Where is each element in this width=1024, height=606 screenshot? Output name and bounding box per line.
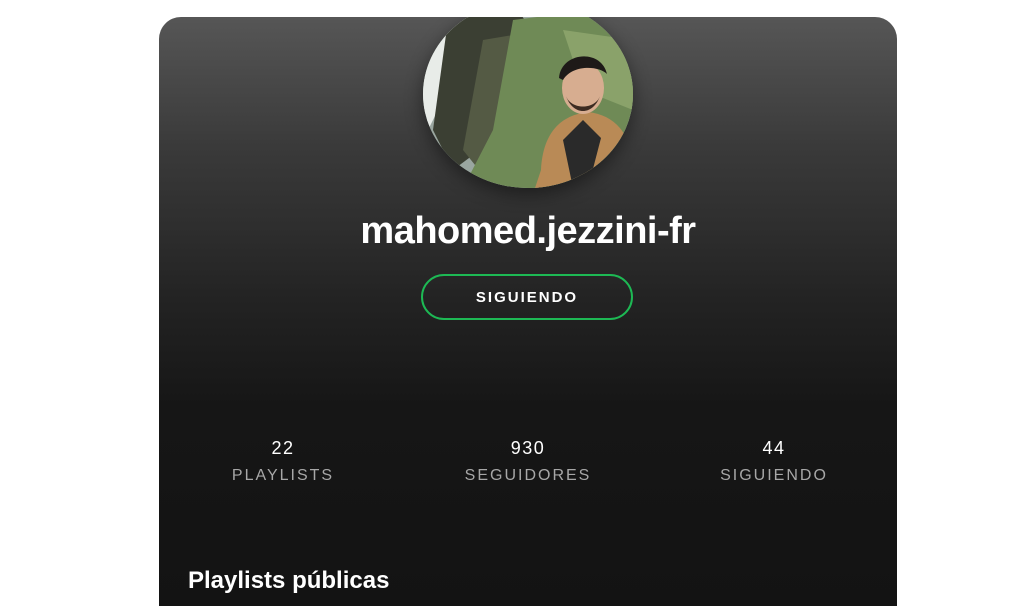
stat-playlists[interactable]: 22 PLAYLISTS bbox=[183, 438, 383, 485]
stat-followers[interactable]: 930 SEGUIDORES bbox=[428, 438, 628, 485]
username: mahomed.jezzini-fr bbox=[360, 210, 696, 252]
profile-card: mahomed.jezzini-fr SIGUIENDO 22 PLAYLIST… bbox=[159, 17, 897, 606]
stat-value: 44 bbox=[762, 438, 786, 458]
profile-stats: 22 PLAYLISTS 930 SEGUIDORES 44 SIGUIENDO bbox=[159, 438, 897, 498]
stat-label: SEGUIDORES bbox=[464, 467, 592, 484]
stat-label: PLAYLISTS bbox=[231, 467, 335, 484]
public-playlists-heading: Playlists públicas bbox=[188, 567, 390, 594]
stat-value: 930 bbox=[510, 438, 546, 458]
stat-following[interactable]: 44 SIGUIENDO bbox=[674, 438, 874, 485]
stat-value: 22 bbox=[271, 438, 295, 458]
avatar[interactable] bbox=[423, 17, 633, 188]
profile-photo-icon bbox=[423, 17, 633, 188]
stat-label: SIGUIENDO bbox=[720, 467, 828, 484]
following-button[interactable]: SIGUIENDO bbox=[421, 274, 633, 320]
